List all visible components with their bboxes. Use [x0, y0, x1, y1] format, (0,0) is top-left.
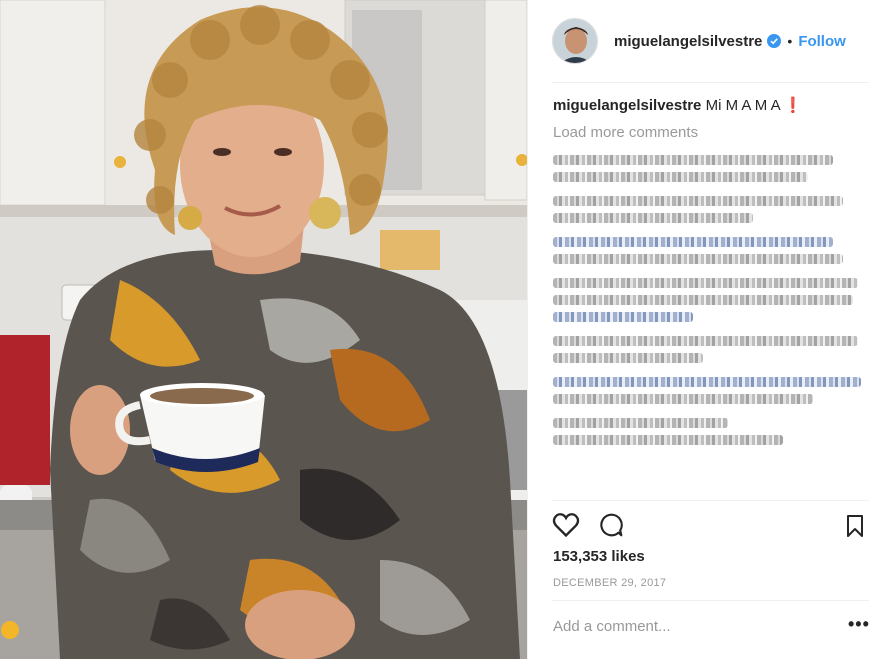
blurred-text [553, 254, 843, 264]
caption-username[interactable]: miguelangelsilvestre [553, 97, 701, 114]
blurred-text [553, 353, 703, 363]
load-more-comments-link[interactable]: Load more comments [553, 124, 871, 141]
photo-woman-with-cup [0, 0, 527, 659]
avatar-image [553, 19, 597, 63]
blurred-text [553, 435, 783, 445]
header-username[interactable]: miguelangelsilvestre [614, 33, 762, 50]
pixelated-comment [553, 237, 871, 264]
avatar[interactable] [552, 18, 598, 64]
heart-icon[interactable] [552, 512, 580, 538]
divider [552, 500, 869, 501]
post-actions [552, 512, 870, 542]
blurred-text [553, 155, 833, 165]
divider [552, 82, 869, 83]
blurred-text [553, 295, 853, 305]
blurred-text [553, 336, 858, 346]
blurred-text [553, 377, 861, 387]
comment-icon[interactable] [598, 512, 624, 538]
pixelated-comment [553, 377, 871, 404]
caption-text: Mi M A M A ❗ [705, 97, 803, 114]
post-side-panel: miguelangelsilvestre • Follow miguelange… [527, 0, 889, 659]
comments-list[interactable]: miguelangelsilvestre Mi M A M A ❗ Load m… [553, 96, 871, 500]
bookmark-icon[interactable] [844, 514, 866, 538]
post-header: miguelangelsilvestre • Follow [528, 0, 889, 82]
separator-dot: • [787, 33, 793, 49]
pixelated-comment [553, 196, 871, 223]
blurred-text [553, 278, 858, 288]
blurred-text [553, 394, 813, 404]
pixelated-comment [553, 155, 871, 182]
follow-button[interactable]: Follow [798, 33, 846, 50]
blurred-text [553, 172, 808, 182]
more-options-icon[interactable]: ••• [848, 614, 870, 635]
divider [552, 600, 869, 601]
blurred-text [553, 237, 833, 247]
pixelated-comment [553, 418, 871, 445]
blurred-text [553, 418, 728, 428]
post-photo[interactable] [0, 0, 527, 659]
pixelated-comment [553, 336, 871, 363]
blurred-text [553, 312, 693, 322]
caption: miguelangelsilvestre Mi M A M A ❗ [553, 96, 871, 116]
pixelated-comment [553, 278, 871, 322]
blurred-text [553, 196, 843, 206]
add-comment-input[interactable] [553, 618, 843, 635]
verified-badge-icon [767, 34, 782, 48]
post-date: DECEMBER 29, 2017 [553, 577, 667, 589]
blurred-text [553, 213, 753, 223]
likes-count[interactable]: 153,353 likes [553, 548, 645, 565]
